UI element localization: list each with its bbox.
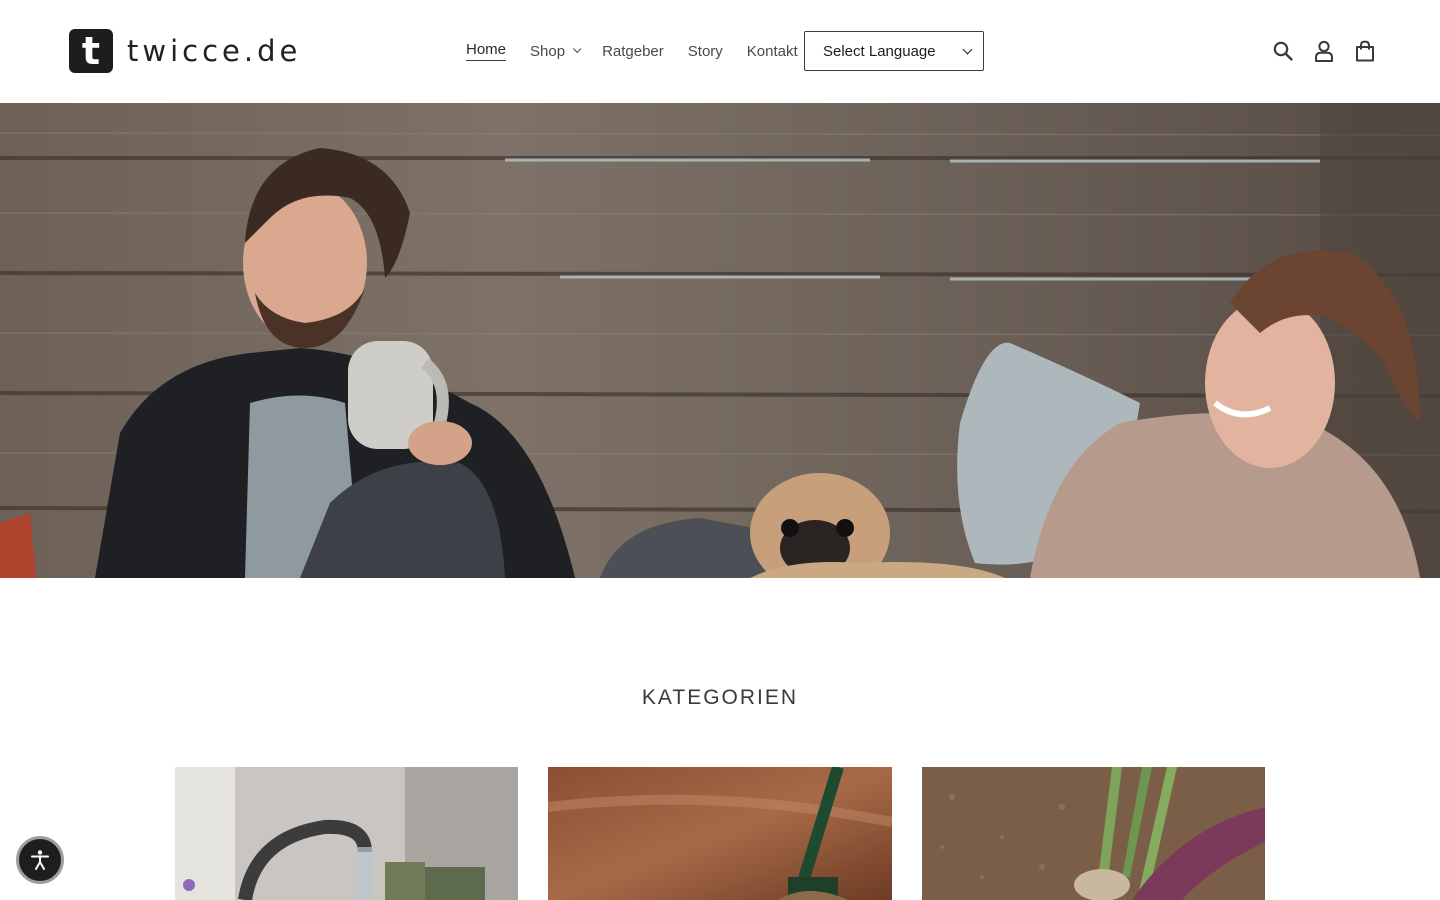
language-select[interactable]: Select Language: [804, 31, 984, 71]
header-icons: [1268, 36, 1391, 66]
category-card[interactable]: [548, 767, 892, 900]
main-nav: Home Shop Ratgeber Story Kontakt: [454, 31, 810, 71]
nav-item-kontakt[interactable]: Kontakt: [735, 31, 810, 71]
site-logo[interactable]: t twicce.de: [69, 29, 301, 73]
category-image: [548, 767, 892, 900]
category-card[interactable]: [922, 767, 1265, 900]
category-image: [175, 767, 518, 900]
accessibility-icon: [31, 850, 49, 870]
language-select-value: Select Language: [823, 42, 936, 60]
nav-label-kontakt: Kontakt: [746, 42, 798, 60]
nav-label-ratgeber: Ratgeber: [602, 42, 664, 60]
hero-image: [0, 103, 1440, 578]
nav-item-shop[interactable]: Shop: [518, 31, 590, 71]
nav-item-home[interactable]: Home: [454, 31, 518, 71]
nav-item-ratgeber[interactable]: Ratgeber: [590, 31, 676, 71]
section-title-categories: KATEGORIEN: [641, 686, 799, 709]
nav-label-shop: Shop: [530, 42, 566, 60]
cart-icon[interactable]: [1350, 36, 1380, 66]
nav-item-story[interactable]: Story: [676, 31, 735, 71]
category-image: [922, 767, 1265, 900]
logo-mark: t: [69, 29, 113, 73]
chevron-down-icon: [572, 44, 582, 54]
logo-letter: t: [81, 29, 101, 73]
nav-label-story: Story: [687, 42, 723, 60]
category-card[interactable]: [175, 767, 518, 900]
nav-label-home: Home: [466, 41, 507, 61]
site-header: t twicce.de Home Shop Ratgeber Story Kon…: [0, 0, 1440, 103]
search-icon[interactable]: [1268, 36, 1298, 66]
chevron-down-icon: [962, 44, 973, 55]
logo-text: twicce.de: [127, 34, 302, 68]
account-icon[interactable]: [1309, 36, 1339, 66]
hero-banner: [0, 103, 1440, 578]
accessibility-button[interactable]: [16, 836, 64, 884]
